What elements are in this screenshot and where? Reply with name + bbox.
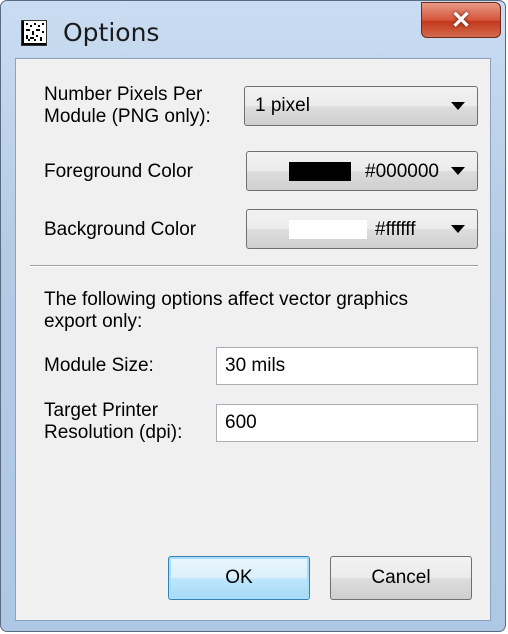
pixels-per-module-select[interactable]: 1 pixel <box>244 86 478 126</box>
chevron-down-icon <box>451 167 465 175</box>
foreground-color-select[interactable]: #000000 <box>246 151 478 191</box>
module-size-input[interactable] <box>216 347 478 385</box>
foreground-color-value: #000000 <box>365 161 439 182</box>
window-title: Options <box>63 18 160 47</box>
ok-button[interactable]: OK <box>168 556 310 600</box>
chevron-down-icon <box>451 225 465 233</box>
foreground-color-label: Foreground Color <box>44 161 193 182</box>
chevron-down-icon <box>451 102 465 110</box>
printer-resolution-input[interactable] <box>216 404 478 442</box>
foreground-color-swatch <box>289 162 351 181</box>
datamatrix-icon <box>21 20 47 46</box>
close-icon: ✕ <box>450 6 472 34</box>
printer-resolution-label-line2: Resolution (dpi): <box>44 422 183 443</box>
close-button[interactable]: ✕ <box>421 2 501 38</box>
options-dialog: Options ✕ Number Pixels Per Module (PNG … <box>0 0 506 632</box>
pixels-per-module-label-line1: Number Pixels Per <box>44 84 203 105</box>
pixels-per-module-label-line2: Module (PNG only): <box>44 106 211 127</box>
printer-resolution-label-line1: Target Printer <box>44 400 159 421</box>
background-color-value: #ffffff <box>375 219 416 240</box>
vector-options-note-line1: The following options affect vector grap… <box>44 289 409 310</box>
cancel-button[interactable]: Cancel <box>330 556 472 600</box>
pixels-per-module-label: Number Pixels Per Module (PNG only): <box>44 84 211 128</box>
background-color-swatch <box>289 220 367 239</box>
dialog-body: Number Pixels Per Module (PNG only): 1 p… <box>15 58 491 621</box>
printer-resolution-label: Target Printer Resolution (dpi): <box>44 400 182 444</box>
module-size-label: Module Size: <box>44 355 154 376</box>
background-color-label: Background Color <box>44 219 197 240</box>
background-color-select[interactable]: #ffffff <box>246 209 478 249</box>
pixels-per-module-value: 1 pixel <box>255 95 310 116</box>
divider <box>30 265 478 267</box>
vector-options-note-line2: export only: <box>44 311 143 332</box>
vector-options-note: The following options affect vector grap… <box>44 289 408 333</box>
